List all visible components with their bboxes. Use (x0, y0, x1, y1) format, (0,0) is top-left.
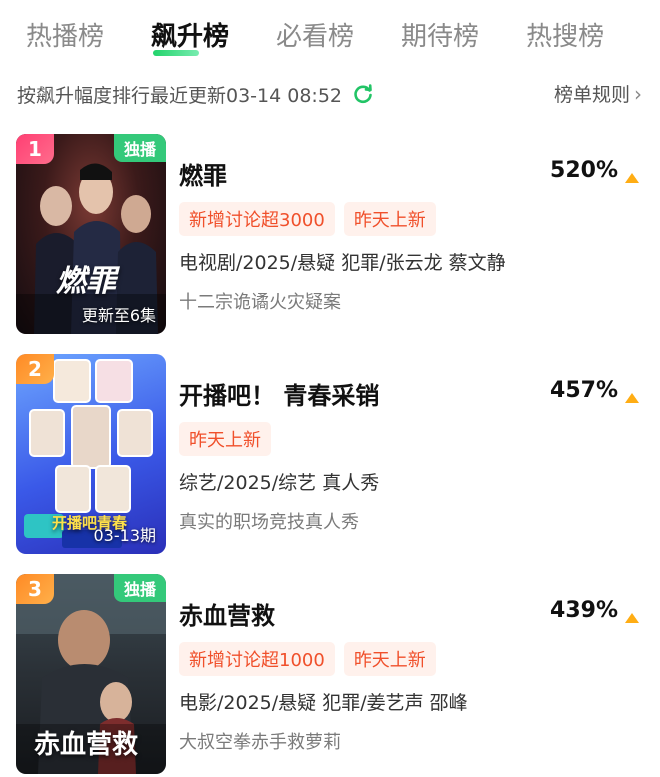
poster-image[interactable]: 燃罪 1 独播 更新至6集 (16, 134, 166, 334)
list-item[interactable]: 开播吧青春 2 03-13期 开播吧！ 青春采销 457% 昨天上新 综艺/20… (16, 354, 646, 554)
show-title[interactable]: 燃罪 (179, 156, 227, 191)
rise-percent-value: 520% (550, 158, 618, 183)
tab-label: 飙升榜 (151, 21, 230, 52)
exclusive-badge: 独播 (113, 574, 166, 602)
rise-percent: 457% (550, 378, 640, 403)
tag: 新增讨论超1000 (179, 642, 335, 676)
tag: 昨天上新 (343, 642, 436, 676)
show-meta: 电视剧/2025/悬疑 犯罪/张云龙 蔡文静 (179, 252, 506, 274)
sort-info-bar: 按飙升幅度排行最近更新03-14 08:52 榜单规则 › (0, 76, 660, 112)
sort-description: 按飙升幅度排行最近更新03-14 08:52 (17, 84, 343, 107)
show-title[interactable]: 赤血营救 (179, 596, 275, 631)
rank-badge: 1 (16, 134, 54, 164)
rank-badge: 2 (16, 354, 54, 384)
tab-must-watch[interactable]: 必看榜 (276, 16, 354, 53)
rise-percent: 520% (550, 158, 640, 183)
tab-hot[interactable]: 热播榜 (26, 16, 104, 53)
episode-status: 更新至6集 (81, 306, 156, 325)
up-arrow-icon (624, 605, 640, 623)
show-title[interactable]: 开播吧！ 青春采销 (179, 376, 379, 411)
poster-title-wordmark: 赤血营救 (34, 730, 139, 760)
show-description: 大叔空拳赤手救萝莉 (179, 732, 341, 753)
list-item[interactable]: 燃罪 1 独播 更新至6集 燃罪 520% 新增讨论超3000 昨天上新 电视剧… (16, 134, 646, 334)
rise-percent: 439% (550, 598, 640, 623)
tag-list: 新增讨论超1000 昨天上新 (179, 642, 445, 676)
tab-label: 热播榜 (26, 21, 105, 52)
tab-label: 热搜榜 (526, 21, 605, 52)
tag-list: 昨天上新 (179, 422, 280, 456)
tag: 昨天上新 (343, 202, 436, 236)
up-arrow-icon (624, 385, 640, 403)
tab-hot-search[interactable]: 热搜榜 (526, 16, 604, 53)
rules-label: 榜单规则 (553, 84, 630, 106)
poster-image[interactable]: 赤血营救 3 独播 (16, 574, 166, 774)
list-item[interactable]: 赤血营救 3 独播 赤血营救 439% 新增讨论超1000 昨天上新 电影/20… (16, 574, 646, 774)
active-tab-indicator (153, 49, 200, 56)
tab-anticipated[interactable]: 期待榜 (401, 16, 479, 53)
tag: 昨天上新 (179, 422, 271, 456)
up-arrow-icon (624, 165, 640, 183)
show-meta: 综艺/2025/综艺 真人秀 (179, 472, 380, 494)
show-meta: 电影/2025/悬疑 犯罪/姜艺声 邵峰 (179, 692, 468, 714)
tag-list: 新增讨论超3000 昨天上新 (179, 202, 445, 236)
rise-percent-value: 439% (550, 598, 618, 623)
rank-badge: 3 (16, 574, 54, 604)
poster-image[interactable]: 开播吧青春 2 03-13期 (16, 354, 166, 554)
poster-title-wordmark: 燃罪 (56, 264, 116, 299)
exclusive-badge: 独播 (113, 134, 166, 162)
tab-label: 期待榜 (401, 21, 480, 52)
show-description: 真实的职场竞技真人秀 (179, 512, 359, 533)
episode-status: 03-13期 (93, 526, 157, 545)
show-description: 十二宗诡谲火灾疑案 (179, 292, 341, 313)
chevron-right-icon: › (634, 81, 642, 106)
tab-label: 必看榜 (276, 21, 355, 52)
rules-link[interactable]: 榜单规则 › (554, 80, 642, 107)
tab-rising[interactable]: 飙升榜 (151, 16, 230, 56)
refresh-icon[interactable] (352, 83, 374, 105)
tag: 新增讨论超3000 (179, 202, 335, 236)
rise-percent-value: 457% (550, 378, 618, 403)
chart-tabs: 热播榜 飙升榜 必看榜 期待榜 热搜榜 (0, 0, 660, 68)
